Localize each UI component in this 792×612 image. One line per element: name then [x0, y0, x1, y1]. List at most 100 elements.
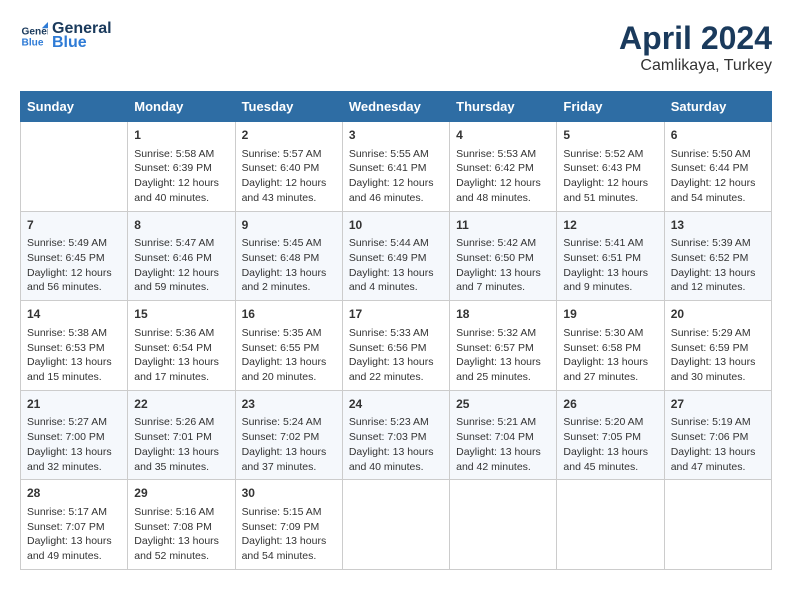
day-info: Sunrise: 5:20 AMSunset: 7:05 PMDaylight:… — [563, 415, 657, 474]
day-number: 1 — [134, 127, 228, 144]
day-number: 8 — [134, 217, 228, 234]
logo-text: General Blue — [52, 20, 112, 52]
logo-icon: General Blue — [20, 22, 48, 50]
day-number: 18 — [456, 306, 550, 323]
calendar-cell: 18 Sunrise: 5:32 AMSunset: 6:57 PMDayligh… — [450, 301, 557, 391]
calendar-cell: 1 Sunrise: 5:58 AMSunset: 6:39 PMDaylight… — [128, 122, 235, 212]
calendar-cell: 2Sunrise: 5:57 AMSunset: 6:40 PMDaylight… — [235, 122, 342, 212]
calendar-cell: 19Sunrise: 5:30 AMSunset: 6:58 PMDayligh… — [557, 301, 664, 391]
day-info: Sunrise: 5:36 AMSunset: 6:54 PMDaylight:… — [134, 326, 228, 385]
page-subtitle: Camlikaya, Turkey — [619, 57, 772, 75]
calendar-cell: 15 Sunrise: 5:36 AMSunset: 6:54 PMDayligh… — [128, 301, 235, 391]
day-info: Sunrise: 5:19 AMSunset: 7:06 PMDaylight:… — [671, 415, 765, 474]
calendar-cell: 16 Sunrise: 5:35 AMSunset: 6:55 PMDayligh… — [235, 301, 342, 391]
week-row-3: 14 Sunrise: 5:38 AMSunset: 6:53 PMDayligh… — [21, 301, 772, 391]
day-info: Sunrise: 5:24 AMSunset: 7:02 PMDaylight:… — [242, 415, 336, 474]
day-info: Sunrise: 5:41 AMSunset: 6:51 PMDaylight:… — [563, 236, 657, 295]
day-number: 16 — [242, 306, 336, 323]
week-row-2: 7 Sunrise: 5:49 AMSunset: 6:45 PMDaylight… — [21, 211, 772, 301]
day-info: Sunrise: 5:16 AMSunset: 7:08 PMDaylight:… — [134, 505, 228, 564]
day-info: Sunrise: 5:30 AMSunset: 6:58 PMDaylight:… — [563, 326, 657, 385]
day-number: 30 — [242, 485, 336, 502]
day-info: Sunrise: 5:38 AMSunset: 6:53 PMDaylight:… — [27, 326, 121, 385]
calendar-cell: 8 Sunrise: 5:47 AMSunset: 6:46 PMDaylight… — [128, 211, 235, 301]
day-number: 25 — [456, 396, 550, 413]
calendar-cell: 3 Sunrise: 5:55 AMSunset: 6:41 PMDaylight… — [342, 122, 449, 212]
day-number: 4 — [456, 127, 550, 144]
title-area: April 2024 Camlikaya, Turkey — [619, 20, 772, 75]
column-header-thursday: Thursday — [450, 92, 557, 122]
day-info: Sunrise: 5:29 AMSunset: 6:59 PMDaylight:… — [671, 326, 765, 385]
column-header-monday: Monday — [128, 92, 235, 122]
day-number: 17 — [349, 306, 443, 323]
calendar-cell: 13 Sunrise: 5:39 AMSunset: 6:52 PMDayligh… — [664, 211, 771, 301]
day-info: Sunrise: 5:17 AMSunset: 7:07 PMDaylight:… — [27, 505, 121, 564]
calendar-cell — [557, 480, 664, 570]
day-info: Sunrise: 5:39 AMSunset: 6:52 PMDaylight:… — [671, 236, 765, 295]
column-header-wednesday: Wednesday — [342, 92, 449, 122]
calendar-cell: 17 Sunrise: 5:33 AMSunset: 6:56 PMDayligh… — [342, 301, 449, 391]
calendar-cell: 14 Sunrise: 5:38 AMSunset: 6:53 PMDayligh… — [21, 301, 128, 391]
calendar-cell: 28 Sunrise: 5:17 AMSunset: 7:07 PMDayligh… — [21, 480, 128, 570]
day-number: 3 — [349, 127, 443, 144]
calendar-cell: 4 Sunrise: 5:53 AMSunset: 6:42 PMDaylight… — [450, 122, 557, 212]
day-info: Sunrise: 5:21 AMSunset: 7:04 PMDaylight:… — [456, 415, 550, 474]
calendar-cell: 30 Sunrise: 5:15 AMSunset: 7:09 PMDayligh… — [235, 480, 342, 570]
day-number: 14 — [27, 306, 121, 323]
day-number: 21 — [27, 396, 121, 413]
day-number: 6 — [671, 127, 765, 144]
day-info: Sunrise: 5:47 AMSunset: 6:46 PMDaylight:… — [134, 236, 228, 295]
day-info: Sunrise: 5:32 AMSunset: 6:57 PMDaylight:… — [456, 326, 550, 385]
calendar-cell: 24 Sunrise: 5:23 AMSunset: 7:03 PMDayligh… — [342, 390, 449, 480]
day-number: 12 — [563, 217, 657, 234]
day-info: Sunrise: 5:44 AMSunset: 6:49 PMDaylight:… — [349, 236, 443, 295]
column-header-friday: Friday — [557, 92, 664, 122]
day-info: Sunrise: 5:45 AMSunset: 6:48 PMDaylight:… — [242, 236, 336, 295]
day-info: Sunrise: 5:42 AMSunset: 6:50 PMDaylight:… — [456, 236, 550, 295]
calendar-table: SundayMondayTuesdayWednesdayThursdayFrid… — [20, 91, 772, 570]
calendar-cell — [21, 122, 128, 212]
day-info: Sunrise: 5:27 AMSunset: 7:00 PMDaylight:… — [27, 415, 121, 474]
day-number: 23 — [242, 396, 336, 413]
svg-text:Blue: Blue — [22, 37, 44, 48]
day-info: Sunrise: 5:55 AMSunset: 6:41 PMDaylight:… — [349, 147, 443, 206]
page-header: General Blue General Blue April 2024 Cam… — [20, 20, 772, 75]
day-info: Sunrise: 5:26 AMSunset: 7:01 PMDaylight:… — [134, 415, 228, 474]
day-info: Sunrise: 5:49 AMSunset: 6:45 PMDaylight:… — [27, 236, 121, 295]
day-number: 26 — [563, 396, 657, 413]
calendar-cell: 27 Sunrise: 5:19 AMSunset: 7:06 PMDayligh… — [664, 390, 771, 480]
day-number: 2 — [242, 127, 336, 144]
calendar-cell — [342, 480, 449, 570]
calendar-header-row: SundayMondayTuesdayWednesdayThursdayFrid… — [21, 92, 772, 122]
calendar-cell: 7 Sunrise: 5:49 AMSunset: 6:45 PMDaylight… — [21, 211, 128, 301]
day-number: 13 — [671, 217, 765, 234]
day-number: 28 — [27, 485, 121, 502]
calendar-cell: 6Sunrise: 5:50 AMSunset: 6:44 PMDaylight… — [664, 122, 771, 212]
column-header-sunday: Sunday — [21, 92, 128, 122]
week-row-4: 21 Sunrise: 5:27 AMSunset: 7:00 PMDayligh… — [21, 390, 772, 480]
calendar-cell: 20Sunrise: 5:29 AMSunset: 6:59 PMDayligh… — [664, 301, 771, 391]
day-info: Sunrise: 5:23 AMSunset: 7:03 PMDaylight:… — [349, 415, 443, 474]
calendar-cell: 21 Sunrise: 5:27 AMSunset: 7:00 PMDayligh… — [21, 390, 128, 480]
day-number: 29 — [134, 485, 228, 502]
calendar-cell: 23 Sunrise: 5:24 AMSunset: 7:02 PMDayligh… — [235, 390, 342, 480]
calendar-cell — [664, 480, 771, 570]
week-row-1: 1 Sunrise: 5:58 AMSunset: 6:39 PMDaylight… — [21, 122, 772, 212]
day-info: Sunrise: 5:15 AMSunset: 7:09 PMDaylight:… — [242, 505, 336, 564]
day-number: 5 — [563, 127, 657, 144]
day-number: 22 — [134, 396, 228, 413]
day-info: Sunrise: 5:53 AMSunset: 6:42 PMDaylight:… — [456, 147, 550, 206]
day-number: 24 — [349, 396, 443, 413]
day-info: Sunrise: 5:33 AMSunset: 6:56 PMDaylight:… — [349, 326, 443, 385]
day-number: 27 — [671, 396, 765, 413]
column-header-saturday: Saturday — [664, 92, 771, 122]
day-info: Sunrise: 5:35 AMSunset: 6:55 PMDaylight:… — [242, 326, 336, 385]
calendar-cell: 9Sunrise: 5:45 AMSunset: 6:48 PMDaylight… — [235, 211, 342, 301]
day-number: 7 — [27, 217, 121, 234]
week-row-5: 28 Sunrise: 5:17 AMSunset: 7:07 PMDayligh… — [21, 480, 772, 570]
page-title: April 2024 — [619, 20, 772, 57]
calendar-cell: 10Sunrise: 5:44 AMSunset: 6:49 PMDayligh… — [342, 211, 449, 301]
logo: General Blue General Blue — [20, 20, 112, 52]
day-info: Sunrise: 5:58 AMSunset: 6:39 PMDaylight:… — [134, 147, 228, 206]
day-number: 15 — [134, 306, 228, 323]
